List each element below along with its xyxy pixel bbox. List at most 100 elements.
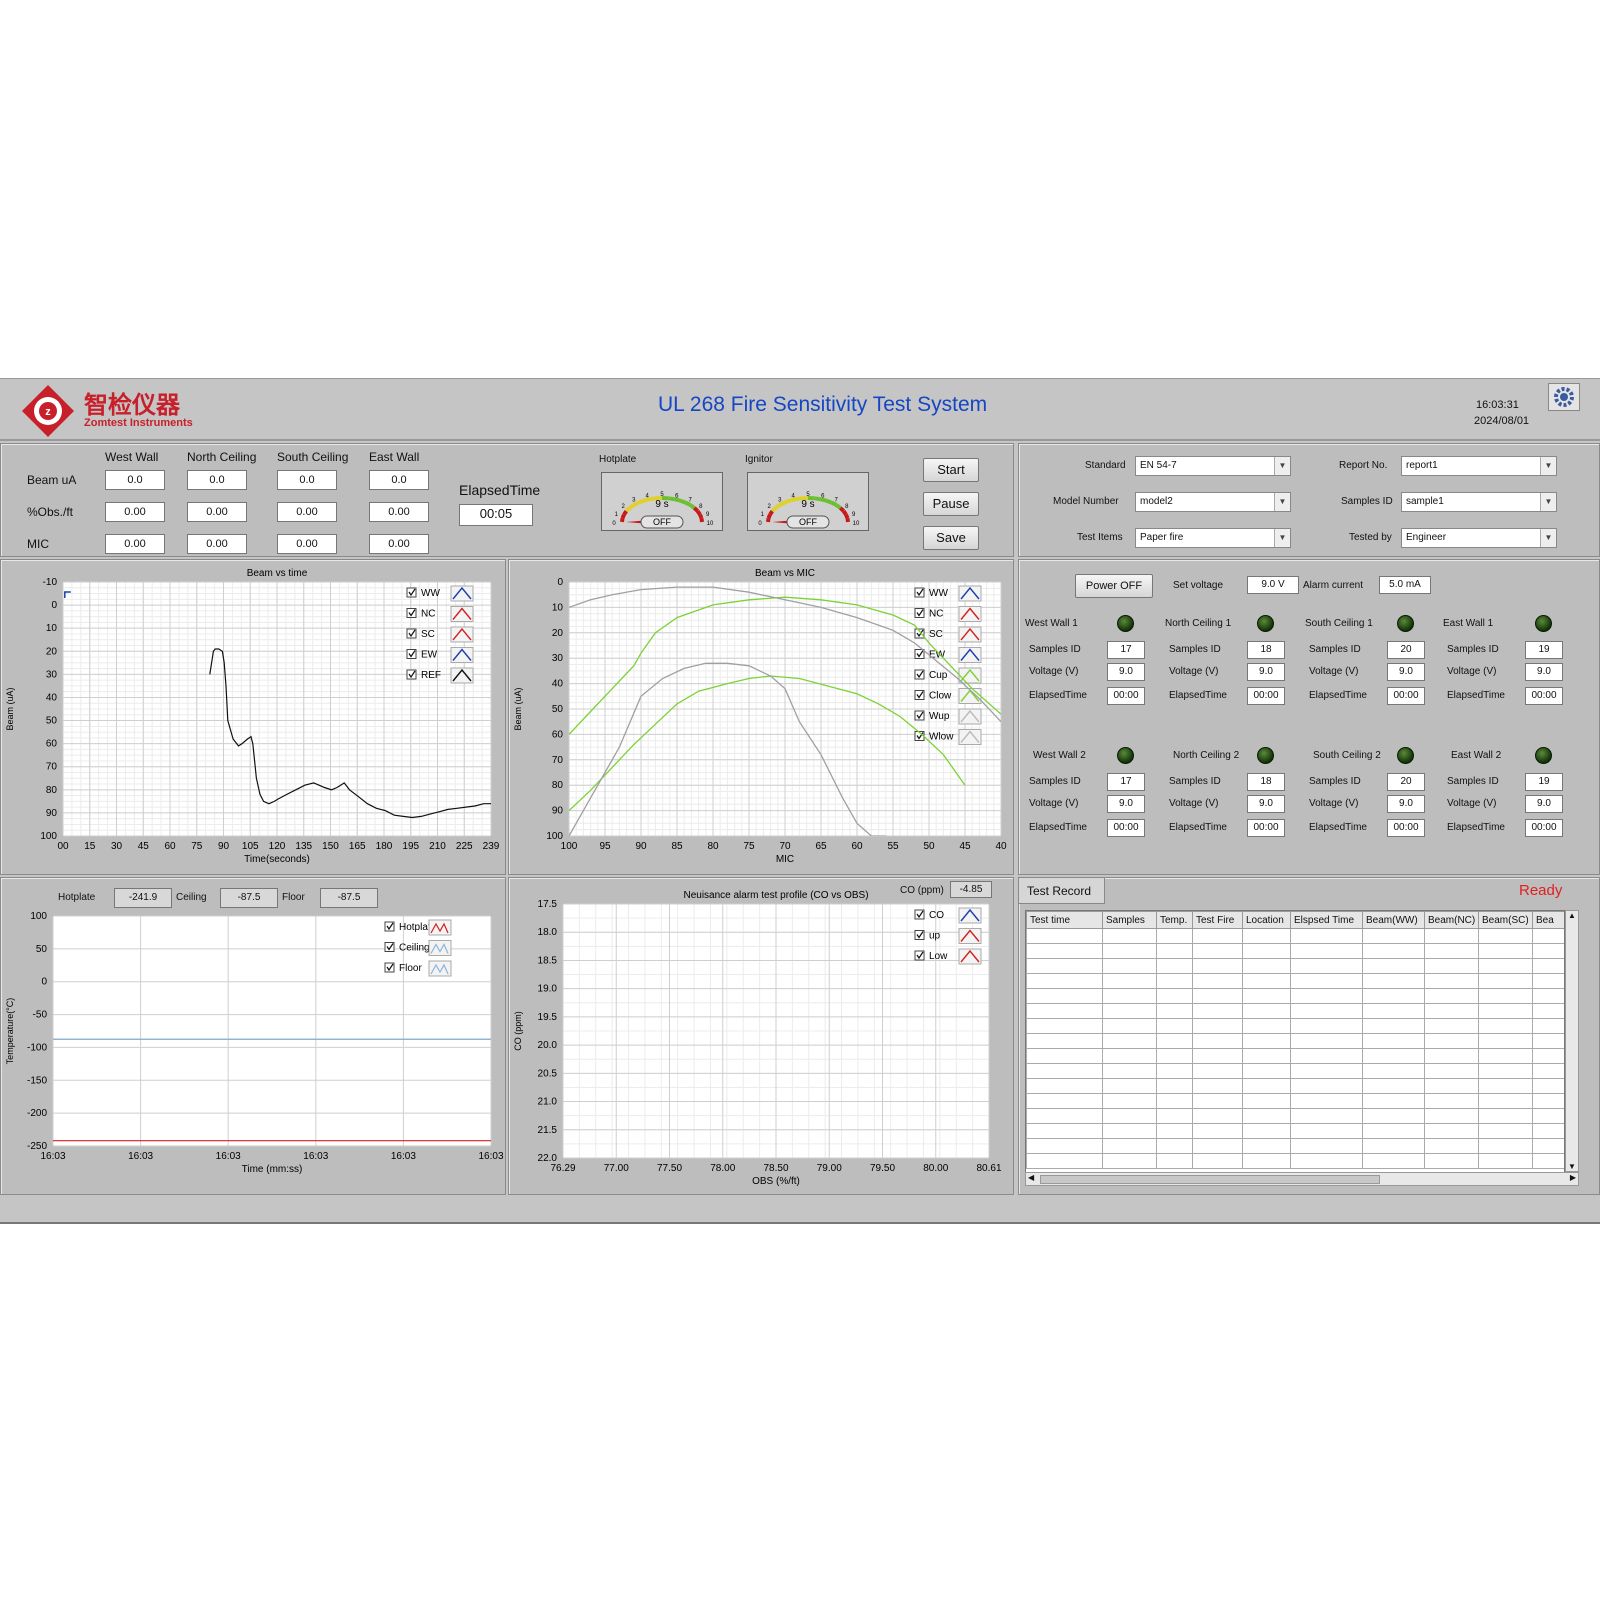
x-axis-label: OBS (%/ft) [752, 1176, 800, 1187]
y-tick-label: 40 [46, 692, 58, 703]
scroll-left-arrow-icon[interactable]: ◀ [1028, 1173, 1034, 1182]
detector-samples-label: Samples ID [1447, 644, 1499, 655]
standard-select[interactable]: EN 54-7 ▼ [1135, 456, 1291, 476]
detector-samples-label: Samples ID [1447, 776, 1499, 787]
scroll-down-arrow-icon[interactable]: ▼ [1566, 1162, 1578, 1171]
company-logo-icon: z [20, 383, 76, 439]
table-row[interactable] [1026, 973, 1564, 989]
y-tick-label: 70 [552, 755, 564, 766]
gauge-label: Ignitor [745, 454, 773, 465]
record-column-header[interactable]: Test Fire [1192, 911, 1243, 929]
record-column-header[interactable]: Beam(WW) [1362, 911, 1425, 929]
tab-test-record[interactable]: Test Record [1019, 878, 1105, 904]
horizontal-scrollbar[interactable]: ◀ ▶ [1025, 1172, 1579, 1186]
detector-samples-label: Samples ID [1169, 776, 1221, 787]
chevron-down-icon[interactable]: ▼ [1540, 457, 1556, 475]
table-row[interactable] [1026, 1063, 1564, 1079]
detector-samples-value: 17 [1107, 773, 1145, 791]
record-column-header[interactable]: Bea [1532, 911, 1564, 929]
x-tick-label: 210 [429, 841, 446, 852]
table-row[interactable] [1026, 1003, 1564, 1019]
y-tick-label: 0 [557, 577, 563, 588]
y-tick-label: 18.0 [538, 927, 558, 938]
table-row[interactable] [1026, 1138, 1564, 1154]
y-tick-label: 100 [40, 831, 57, 842]
detector-elapsed-label: ElapsedTime [1309, 690, 1367, 701]
x-tick-label: 195 [402, 841, 419, 852]
set-voltage-value: 9.0 V [1247, 576, 1299, 594]
record-column-header[interactable]: Beam(SC) [1478, 911, 1533, 929]
record-table-container[interactable]: Test time Samples Temp. Test Fire Location El… [1025, 910, 1565, 1186]
settings-gear-icon[interactable] [1548, 383, 1580, 411]
gauge-value: 9 s [801, 499, 814, 510]
reading-value: 0.0 [277, 470, 337, 490]
chevron-down-icon[interactable]: ▼ [1274, 493, 1290, 511]
scroll-right-arrow-icon[interactable]: ▶ [1570, 1173, 1576, 1182]
beam-vs-mic-panel: 100 95 90 85 80 75 70 65 60 55 50 45 40 0 10 20 30 40 50 60… [508, 559, 1014, 875]
y-tick-label: 19.0 [538, 984, 558, 995]
table-row[interactable] [1026, 1048, 1564, 1064]
record-column-header[interactable]: Samples [1102, 911, 1157, 929]
x-tick-label: 50 [923, 841, 935, 852]
y-tick-label: 60 [552, 729, 564, 740]
detector-samples-value: 18 [1247, 773, 1285, 791]
y-tick-label: 22.0 [538, 1153, 558, 1164]
table-row[interactable] [1026, 1018, 1564, 1034]
report-no-select[interactable]: report1 ▼ [1401, 456, 1557, 476]
row-label: Beam uA [27, 473, 77, 487]
record-column-header[interactable]: Beam(NC) [1424, 911, 1479, 929]
y-tick-label: 90 [552, 806, 564, 817]
detector-elapsed-value: 00:00 [1107, 687, 1145, 705]
start-button[interactable]: Start [923, 458, 979, 482]
y-axis-label: Beam (uA) [513, 687, 523, 730]
record-column-header[interactable]: Test time [1026, 911, 1103, 929]
table-row[interactable] [1026, 1093, 1564, 1109]
pause-button[interactable]: Pause [923, 492, 979, 516]
table-row[interactable] [1026, 928, 1564, 944]
tested-by-select[interactable]: Engineer ▼ [1401, 528, 1557, 548]
table-row[interactable] [1026, 1108, 1564, 1124]
detector-voltage-value: 9.0 [1387, 795, 1425, 813]
table-row[interactable] [1026, 1078, 1564, 1094]
report-no-label: Report No. [1339, 460, 1388, 471]
test-items-select[interactable]: Paper fire ▼ [1135, 528, 1291, 548]
table-row[interactable] [1026, 1153, 1564, 1169]
table-row[interactable] [1026, 988, 1564, 1004]
reading-value: 0.00 [277, 502, 337, 522]
detector-samples-value: 18 [1247, 641, 1285, 659]
table-row[interactable] [1026, 1123, 1564, 1139]
detector-name: North Ceiling 1 [1165, 618, 1232, 629]
y-tick-label: 50 [36, 944, 48, 955]
chevron-down-icon[interactable]: ▼ [1540, 493, 1556, 511]
settings-panel: Standard EN 54-7 ▼ Model Number model2 ▼ T… [1018, 443, 1600, 557]
scroll-up-arrow-icon[interactable]: ▲ [1566, 911, 1578, 920]
chevron-down-icon[interactable]: ▼ [1274, 529, 1290, 547]
detector-panel: Power OFF Set voltage 9.0 V Alarm curren… [1018, 559, 1600, 875]
table-row[interactable] [1026, 958, 1564, 974]
power-off-button[interactable]: Power OFF [1075, 574, 1153, 598]
test-record-panel: Test Record Ready Test time Samples Temp. T… [1018, 877, 1600, 1195]
vertical-scrollbar[interactable]: ▲ ▼ [1565, 910, 1579, 1172]
samples-id-value: sample1 [1406, 496, 1444, 507]
save-button[interactable]: Save [923, 526, 979, 550]
chevron-down-icon[interactable]: ▼ [1540, 529, 1556, 547]
model-number-select[interactable]: model2 ▼ [1135, 492, 1291, 512]
x-tick-label: 16:03 [478, 1151, 503, 1162]
samples-id-select[interactable]: sample1 ▼ [1401, 492, 1557, 512]
y-tick-label: 21.0 [538, 1097, 558, 1108]
nuisance-panel: 76.29 77.00 77.50 78.00 78.50 79.00 79.50 80.00… [508, 877, 1014, 1195]
table-row[interactable] [1026, 943, 1564, 959]
y-tick-label: 20 [46, 646, 58, 657]
detector-elapsed-label: ElapsedTime [1309, 822, 1367, 833]
table-row[interactable] [1026, 1033, 1564, 1049]
scroll-thumb[interactable] [1040, 1175, 1380, 1184]
test-items-label: Test Items [1077, 532, 1123, 543]
record-column-header[interactable]: Temp. [1156, 911, 1193, 929]
detector-voltage-label: Voltage (V) [1169, 798, 1219, 809]
chevron-down-icon[interactable]: ▼ [1274, 457, 1290, 475]
x-tick-label: 55 [887, 841, 899, 852]
chart-title: Neuisance alarm test profile (CO vs OBS) [683, 890, 868, 901]
y-tick-label: 80 [46, 785, 58, 796]
record-column-header[interactable]: Location [1242, 911, 1291, 929]
record-column-header[interactable]: Elspsed Time [1290, 911, 1363, 929]
